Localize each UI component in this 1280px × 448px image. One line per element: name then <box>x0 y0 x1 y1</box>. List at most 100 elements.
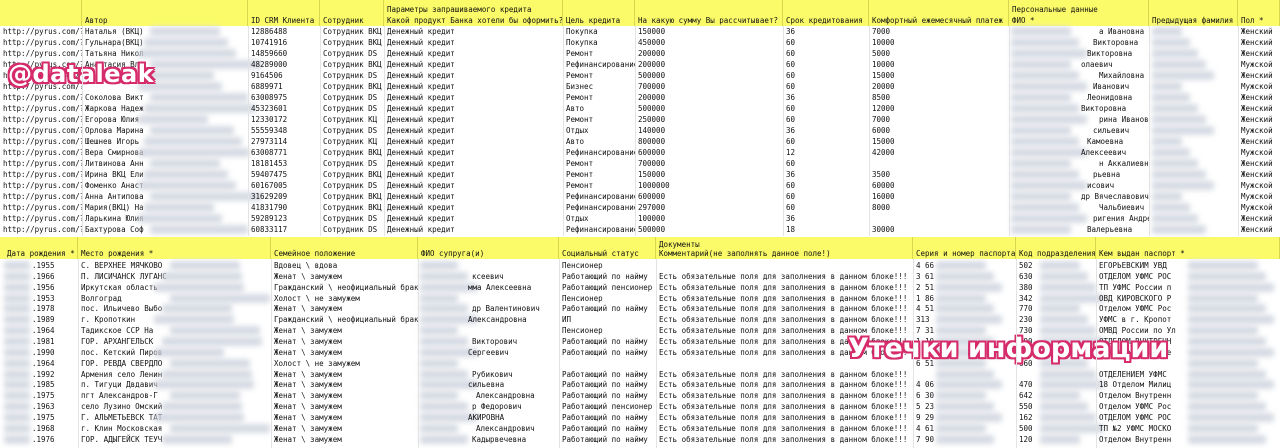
cell-sex[interactable]: Мужской <box>1238 59 1280 70</box>
cell-dob[interactable]: .1992 <box>0 369 78 380</box>
cell-product[interactable]: Денежный кредит <box>384 213 563 224</box>
cell-fio[interactable]: ригения Андреевна <box>1009 213 1149 224</box>
cell-family[interactable]: Женат \ замужем <box>271 401 418 412</box>
cell-social-status[interactable]: Работающий по найму <box>559 347 656 358</box>
cell-comment[interactable]: Есть обязательные поля для заполнения в … <box>656 282 913 293</box>
table-row[interactable]: http://pyrus.com/? Жаркова Надеж 45323601 С… <box>0 103 1280 114</box>
cell-id-crm[interactable]: 9164506 <box>248 70 320 81</box>
cell-product[interactable]: Денежный кредит <box>384 169 563 180</box>
cell-url[interactable]: http://pyrus.com/? <box>0 180 82 191</box>
cell-url[interactable]: http://pyrus.com/? <box>0 213 82 224</box>
cell-id-crm[interactable]: 14859660 <box>248 48 320 59</box>
cell-passport[interactable]: 1 86 <box>913 293 935 304</box>
cell-product[interactable]: Денежный кредит <box>384 103 563 114</box>
cell-payment[interactable]: 7000 <box>869 26 1009 37</box>
cell-family[interactable]: Женат \ замужем <box>271 423 418 434</box>
cell-comment[interactable]: Есть обязательные поля для заполнения в … <box>656 401 913 412</box>
cell-employee[interactable]: Сотрудник DS <box>320 48 384 59</box>
cell-url[interactable]: http://pyrus.com/? <box>0 147 82 158</box>
cell-url[interactable]: http://pyrus.com/? <box>0 37 82 48</box>
cell-division-code[interactable]: 342 <box>1016 293 1040 304</box>
cell-payment[interactable]: 7000 <box>869 114 1009 125</box>
top-col-payment-header[interactable]: Комфортный ежемесячный платеж <box>869 0 1009 26</box>
cell-sum[interactable]: 140000 <box>635 125 783 136</box>
cell-goal[interactable]: Рефинансирование <box>563 59 635 70</box>
cell-author[interactable]: Гульнара(ВКЦ) <box>82 37 150 48</box>
cell-family[interactable]: Женат \ замужем <box>271 379 418 390</box>
table-row[interactable]: .1989 г. Кропоткин Гражданский \ неофициал… <box>0 314 1280 325</box>
cell-id-crm[interactable]: 45323601 <box>248 103 320 114</box>
cell-term[interactable]: 60 <box>783 114 869 125</box>
cell-comment[interactable]: Есть обязательные поля для заполнения в … <box>656 423 913 434</box>
cell-fio[interactable]: Викторовна <box>1009 37 1149 48</box>
cell-id-crm[interactable]: 59289123 <box>248 213 320 224</box>
table-row[interactable]: http://pyrus.com/? 6889971 Сотрудник ВКЦ Де… <box>0 81 1280 92</box>
cell-goal[interactable]: Бизнес <box>563 81 635 92</box>
cell-dob[interactable]: .1953 <box>0 293 78 304</box>
cell-product[interactable]: Денежный кредит <box>384 37 563 48</box>
cell-url[interactable]: http://pyrus.com/? <box>0 169 82 180</box>
cell-employee[interactable]: Сотрудник DS <box>320 103 384 114</box>
cell-term[interactable]: 60 <box>783 103 869 114</box>
top-col-url-header[interactable] <box>0 0 82 26</box>
cell-issued-by[interactable]: Отделом Внутренн <box>1096 434 1186 445</box>
table-row[interactable]: http://pyrus.com/? Гульнара(ВКЦ) 10741916 С… <box>0 37 1280 48</box>
cell-dob[interactable]: .1975 <box>0 390 78 401</box>
cell-sex[interactable]: Женский <box>1238 169 1280 180</box>
cell-social-status[interactable]: Пенсионер <box>559 293 656 304</box>
cell-payment[interactable]: 10000 <box>869 37 1009 48</box>
cell-term[interactable]: 60 <box>783 180 869 191</box>
cell-product[interactable]: Денежный кредит <box>384 48 563 59</box>
cell-fio[interactable]: Валерьевна <box>1009 224 1149 235</box>
cell-payment[interactable]: 20000 <box>869 81 1009 92</box>
cell-fio[interactable]: др Вячеславович <box>1009 191 1149 202</box>
cell-employee[interactable]: Сотрудник DS <box>320 92 384 103</box>
top-col-id-header[interactable]: ID CRM Клиента <box>248 0 320 26</box>
cell-url[interactable]: http://pyrus.com/? <box>0 136 82 147</box>
cell-payment[interactable]: 15000 <box>869 136 1009 147</box>
cell-goal[interactable]: Ремонт <box>563 114 635 125</box>
cell-passport[interactable]: 4 66 <box>913 260 935 271</box>
cell-spouse[interactable]: АКИРОВНА <box>418 412 559 423</box>
cell-passport[interactable]: 7 90 <box>913 434 935 445</box>
cell-author[interactable]: Литвинова Анн <box>82 158 150 169</box>
table-row[interactable]: http://pyrus.com/? Шешнев Игорь 27973114 Со… <box>0 136 1280 147</box>
cell-birthplace[interactable]: П. ЛИСИЧАНСК ЛУГАНС <box>78 271 168 282</box>
cell-product[interactable]: Денежный кредит <box>384 114 563 125</box>
cell-sum[interactable]: 700000 <box>635 158 783 169</box>
cell-employee[interactable]: Сотрудник DS <box>320 125 384 136</box>
cell-family[interactable]: Гражданский \ неофициальный брак <box>271 314 418 325</box>
cell-author[interactable]: Мария(ВКЦ) На <box>82 202 150 213</box>
cell-sex[interactable]: Женский <box>1238 48 1280 59</box>
cell-dob[interactable]: .1956 <box>0 282 78 293</box>
cell-division-code[interactable]: 630 <box>1016 271 1040 282</box>
cell-term[interactable]: 18 <box>783 224 869 235</box>
cell-fio[interactable]: а Ивановна <box>1009 26 1149 37</box>
cell-social-status[interactable]: Работающий по найму <box>559 379 656 390</box>
cell-term[interactable]: 60 <box>783 37 869 48</box>
cell-author[interactable]: Шешнев Игорь <box>82 136 150 147</box>
cell-family[interactable]: Женат \ замужем <box>271 271 418 282</box>
cell-term[interactable]: 60 <box>783 136 869 147</box>
cell-social-status[interactable]: Работающий по найму <box>559 369 656 380</box>
table-row[interactable]: http://pyrus.com/? Ларькина Юлия 59289123 С… <box>0 213 1280 224</box>
table-row[interactable]: http://pyrus.com/? Наталья (ВКЦ) 12886488 С… <box>0 26 1280 37</box>
cell-product[interactable]: Денежный кредит <box>384 191 563 202</box>
cell-goal[interactable]: Покупка <box>563 37 635 48</box>
cell-sex[interactable]: Женский <box>1238 92 1280 103</box>
cell-fio[interactable]: Викторовна <box>1009 48 1149 59</box>
cell-social-status[interactable]: Работающий по найму <box>559 434 656 445</box>
cell-sex[interactable]: Мужской <box>1238 147 1280 158</box>
cell-fio[interactable]: исович <box>1009 180 1149 191</box>
cell-spouse[interactable]: Сергеевич <box>418 347 559 358</box>
bottom-col-comment-header[interactable]: Документы Комментарий(не заполнять данно… <box>656 237 913 259</box>
cell-url[interactable]: http://pyrus.com/? <box>0 114 82 125</box>
table-row[interactable]: .1968 г. Клин Московская Женат \ замужем Ал… <box>0 423 1280 434</box>
cell-author[interactable]: Бахтурова Соф <box>82 224 150 235</box>
table-row[interactable]: http://pyrus.com/? Литвинова Анн 18181453 С… <box>0 158 1280 169</box>
table-row[interactable]: http://pyrus.com/? Ирина ВКЦ Ели 59407475 С… <box>0 169 1280 180</box>
bottom-col-place-header[interactable]: Место рождения * <box>78 237 271 259</box>
cell-payment[interactable] <box>869 213 1009 224</box>
cell-employee[interactable]: Сотрудник DS <box>320 70 384 81</box>
cell-passport[interactable]: 313 <box>913 314 935 325</box>
